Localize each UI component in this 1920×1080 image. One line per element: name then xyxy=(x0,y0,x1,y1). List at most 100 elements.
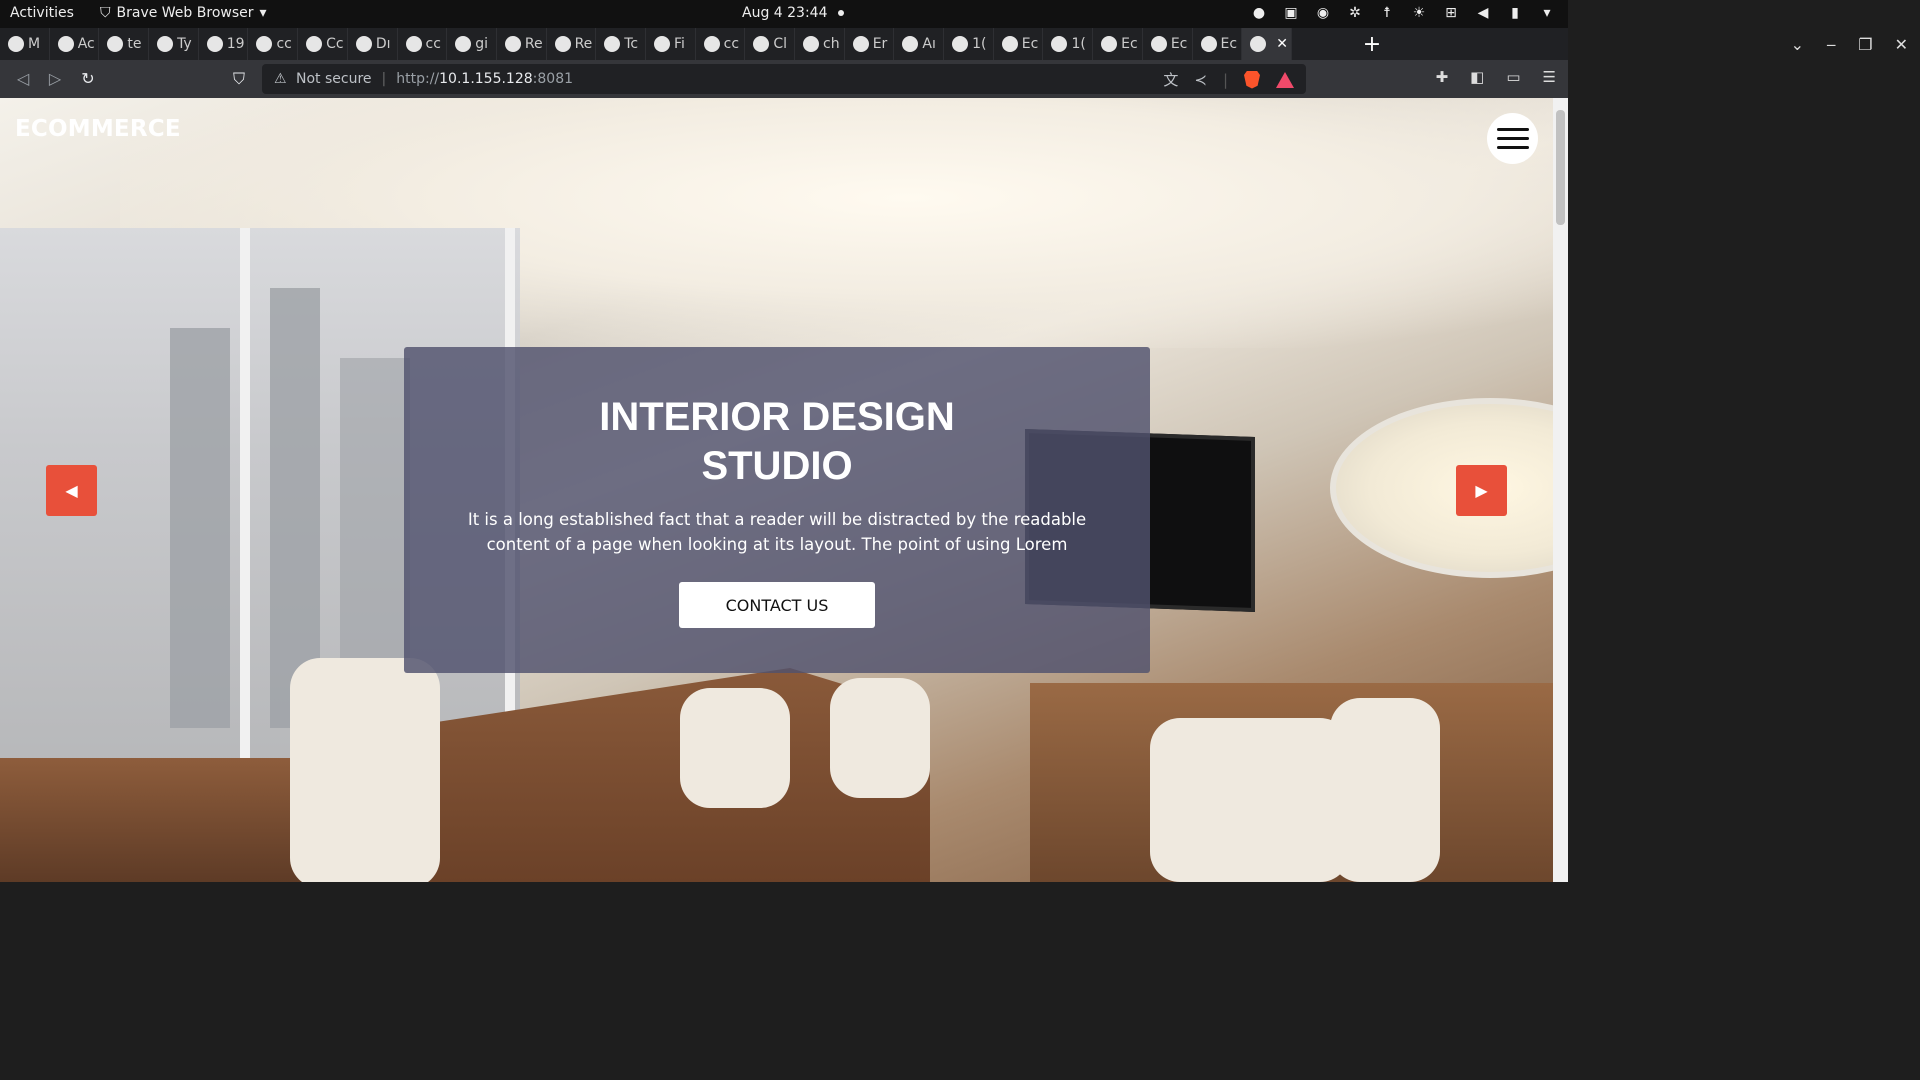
browser-tab[interactable]: Ec✕ xyxy=(1242,28,1293,60)
tab-search-icon[interactable]: ⌄ xyxy=(1791,35,1804,54)
close-tab-icon[interactable]: ✕ xyxy=(1276,36,1288,52)
app-menu[interactable]: ⛉ Brave Web Browser ▾ xyxy=(100,5,267,21)
reload-icon[interactable]: ↻ xyxy=(77,68,99,90)
browser-tab[interactable]: Fi xyxy=(646,28,696,60)
browser-tab[interactable]: te xyxy=(99,28,150,60)
tab-favicon-icon xyxy=(1150,36,1167,52)
tab-favicon-icon xyxy=(703,36,720,52)
brave-shields-icon[interactable] xyxy=(1244,70,1260,89)
browser-toolbar: ◁ ▷ ↻ ⛉ ⚠ Not secure | http://10.1.155.1… xyxy=(0,60,1568,98)
slack-tray-icon[interactable]: ✲ xyxy=(1346,5,1364,21)
menu-line xyxy=(1496,128,1529,131)
browser-tab[interactable]: Ec xyxy=(1193,28,1243,60)
menu-line xyxy=(1496,146,1529,149)
skyscraper-image xyxy=(170,328,230,728)
scrollbar-thumb[interactable] xyxy=(1556,110,1565,225)
warning-icon[interactable]: ⚠ xyxy=(274,71,290,87)
tab-favicon-icon xyxy=(952,36,969,52)
back-icon[interactable]: ◁ xyxy=(12,68,34,90)
tab-label: gi xyxy=(475,36,488,52)
url-text[interactable]: http://10.1.155.128:8081 xyxy=(396,71,573,87)
tab-label: 19 xyxy=(226,36,245,52)
browser-tab[interactable]: ch xyxy=(795,28,845,60)
tab-label: Tc xyxy=(624,36,639,52)
browser-tab[interactable]: 19 xyxy=(199,28,249,60)
wallet-icon[interactable]: ▭ xyxy=(1506,68,1520,86)
browser-tab[interactable]: 1( xyxy=(944,28,994,60)
browser-tab[interactable]: Re xyxy=(497,28,547,60)
restore-icon[interactable]: ❐ xyxy=(1858,35,1872,54)
browser-tab[interactable]: Re xyxy=(547,28,597,60)
browser-tab[interactable]: M xyxy=(0,28,50,60)
minimize-icon[interactable]: ‒ xyxy=(1826,35,1836,54)
hamburger-menu-button[interactable] xyxy=(1487,113,1538,164)
tab-label: Er xyxy=(872,36,888,52)
volume-icon[interactable]: ◀ xyxy=(1474,5,1492,21)
browser-tab[interactable]: cc xyxy=(696,28,746,60)
site-logo[interactable]: ECOMMERCE xyxy=(15,116,181,142)
zoom-tray-icon[interactable]: ◉ xyxy=(1314,5,1332,21)
tab-label: Aı xyxy=(922,36,936,52)
browser-tab[interactable]: Tc xyxy=(596,28,646,60)
clock[interactable]: Aug 4 23:44 xyxy=(742,5,844,21)
url-port: :8081 xyxy=(532,71,574,87)
tab-favicon-icon xyxy=(1051,36,1068,52)
tab-favicon-icon xyxy=(504,36,521,52)
tab-favicon-icon xyxy=(1250,36,1267,52)
tab-label: Re xyxy=(524,36,543,52)
tab-label: M xyxy=(28,36,41,52)
browser-tab[interactable]: Aı xyxy=(894,28,945,60)
system-top-bar: Activities ⛉ Brave Web Browser ▾ Aug 4 2… xyxy=(0,0,1568,28)
wall-light-niche xyxy=(1330,398,1568,578)
accessibility-icon[interactable]: ☨ xyxy=(1378,5,1396,21)
tab-favicon-icon xyxy=(803,36,819,52)
close-window-icon[interactable]: ✕ xyxy=(1895,35,1908,54)
forward-icon[interactable]: ▷ xyxy=(44,68,66,90)
carousel-prev-button[interactable]: ◀ xyxy=(46,465,97,516)
browser-tab[interactable]: Ac xyxy=(50,28,100,60)
browser-tab[interactable]: Ec xyxy=(1143,28,1193,60)
browser-tab[interactable]: Ec xyxy=(1093,28,1143,60)
browser-tab[interactable]: 1( xyxy=(1043,28,1094,60)
carousel-next-button[interactable]: ▶ xyxy=(1456,465,1507,516)
system-menu-caret-icon[interactable]: ▾ xyxy=(1538,5,1556,21)
new-tab-button[interactable]: + xyxy=(1360,28,1384,60)
browser-tab[interactable]: gi xyxy=(447,28,497,60)
network-icon[interactable]: ⊞ xyxy=(1442,5,1460,21)
tab-strip: M Ac te Ty 19 cc Cc Dı cc gi Re Re Tc Fi cc Cl ch Er Aı 1(E… xyxy=(0,28,1568,60)
activities-button[interactable]: Activities xyxy=(10,5,74,21)
browser-tab[interactable]: Cc xyxy=(298,28,348,60)
hero-slide-card: INTERIOR DESIGN STUDIO It is a long esta… xyxy=(404,347,1150,673)
address-bar[interactable]: ⚠ Not secure | http://10.1.155.128:8081 … xyxy=(262,64,1306,94)
tab-label: Ac xyxy=(77,36,95,52)
share-icon[interactable]: ≺ xyxy=(1194,71,1207,89)
teams-tray-icon[interactable]: ▣ xyxy=(1282,5,1300,21)
page-scrollbar[interactable] xyxy=(1553,98,1568,882)
brightness-icon[interactable]: ☀ xyxy=(1410,5,1428,21)
tab-favicon-icon xyxy=(256,36,273,52)
tab-favicon-icon xyxy=(1200,36,1217,52)
system-tray: ● ▣ ◉ ✲ ☨ ☀ ⊞ ◀ ▮ ▾ xyxy=(1250,5,1556,21)
menu-line xyxy=(1496,137,1529,140)
hero-description: It is a long established fact that a rea… xyxy=(467,510,1087,554)
brave-rewards-icon[interactable] xyxy=(1276,71,1294,88)
security-label[interactable]: Not secure xyxy=(296,71,372,87)
tab-favicon-icon xyxy=(852,36,869,52)
browser-tab[interactable]: cc xyxy=(398,28,448,60)
bookmark-icon[interactable]: ⛉ xyxy=(228,68,250,90)
sidebar-icon[interactable]: ◧ xyxy=(1470,68,1484,86)
battery-icon[interactable]: ▮ xyxy=(1506,5,1524,21)
browser-tab[interactable]: Dı xyxy=(348,28,398,60)
browser-tab[interactable]: Er xyxy=(845,28,895,60)
translate-icon[interactable]: 文 xyxy=(1163,69,1178,90)
browser-tab[interactable]: Ty xyxy=(149,28,199,60)
extensions-icon[interactable]: ✚ xyxy=(1436,68,1449,86)
tab-label: cc xyxy=(425,36,441,52)
browser-tab[interactable]: Cl xyxy=(745,28,795,60)
arrow-right-icon: ▶ xyxy=(1475,481,1488,500)
browser-tab[interactable]: cc xyxy=(248,28,299,60)
chrome-tray-icon[interactable]: ● xyxy=(1250,5,1268,21)
browser-tab[interactable]: Ec xyxy=(994,28,1044,60)
browser-menu-icon[interactable]: ☰ xyxy=(1543,68,1556,86)
contact-us-button[interactable]: CONTACT US xyxy=(679,582,875,628)
